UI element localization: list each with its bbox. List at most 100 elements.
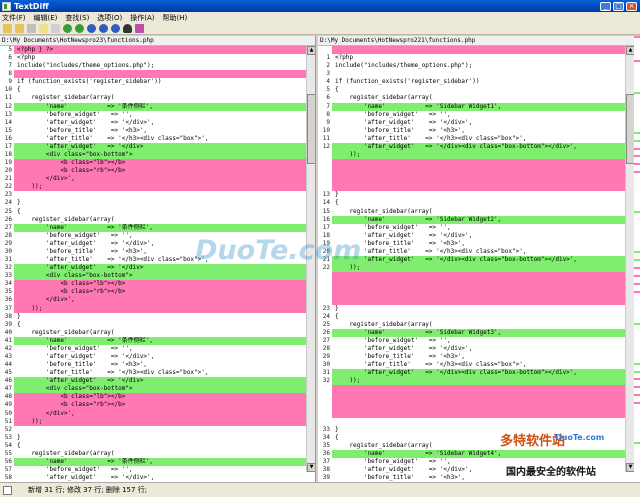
code-line[interactable]: 21 'after_widget' => '</div><div class="… bbox=[318, 256, 634, 265]
menu-edit[interactable]: 编辑(E) bbox=[34, 13, 58, 23]
compare-icon[interactable] bbox=[39, 24, 48, 33]
maximize-button[interactable]: □ bbox=[613, 1, 624, 11]
code-line[interactable]: 10{ bbox=[0, 86, 315, 95]
first-diff-icon[interactable] bbox=[111, 24, 120, 33]
code-line[interactable]: 28 'after_widget' => '</div>', bbox=[318, 344, 634, 353]
scroll-up-icon[interactable]: ▲ bbox=[626, 46, 634, 55]
code-line[interactable]: 14 'after_widget' => '</div>', bbox=[0, 118, 315, 127]
code-line[interactable]: 37 )); bbox=[0, 304, 315, 313]
code-line[interactable]: 30 'after_title' => '</h3><div class="bo… bbox=[318, 361, 634, 370]
code-line[interactable]: 15 'before_title' => '<h3>', bbox=[0, 126, 315, 135]
code-line[interactable]: 50 </div>', bbox=[0, 409, 315, 418]
code-line[interactable]: 35 <b class="rb"></b> bbox=[0, 288, 315, 297]
code-line[interactable]: 4 if (function_exists('register_sidebar')… bbox=[318, 78, 634, 87]
code-line[interactable]: 39{ bbox=[0, 320, 315, 329]
code-line[interactable]: 19 <b class="lb"></b> bbox=[0, 159, 315, 168]
code-line[interactable]: 11 'after_title' => '</h3><div class="bo… bbox=[318, 134, 634, 143]
code-line[interactable]: 9 'after_widget' => '</div>', bbox=[318, 118, 634, 127]
code-line[interactable]: 20 'after_title' => '</h3><div class="bo… bbox=[318, 247, 634, 257]
code-line[interactable] bbox=[318, 175, 634, 184]
menu-file[interactable]: 文件(F) bbox=[2, 13, 26, 23]
prev-diff-icon[interactable] bbox=[87, 24, 96, 33]
code-line[interactable] bbox=[318, 409, 634, 418]
code-line[interactable]: 3 bbox=[318, 70, 634, 79]
code-line[interactable]: 36 'name' => 'Sidebar Widget4', bbox=[318, 449, 634, 458]
scroll-down-icon[interactable]: ▼ bbox=[626, 463, 634, 472]
code-line[interactable]: 23 bbox=[0, 191, 315, 200]
code-line[interactable] bbox=[318, 385, 634, 394]
scroll-thumb[interactable] bbox=[307, 94, 315, 164]
code-line[interactable]: 41 'name' => '条件侧栏', bbox=[0, 336, 315, 345]
code-line[interactable]: 23} bbox=[318, 304, 634, 313]
code-line[interactable]: 20 <b class="rb"></b> bbox=[0, 167, 315, 176]
code-line[interactable]: 22 )); bbox=[0, 183, 315, 192]
code-line[interactable]: 16 'name' => 'Sidebar Widget2', bbox=[318, 215, 634, 224]
code-line[interactable]: 7 include("includes/theme_options.php"); bbox=[0, 62, 315, 71]
code-line[interactable]: 8 'before_widget' => '', bbox=[318, 110, 634, 119]
menu-search[interactable]: 查找(S) bbox=[65, 13, 89, 23]
code-line[interactable]: 36 </div>', bbox=[0, 296, 315, 305]
code-line[interactable]: 2 include("includes/theme_options.php"); bbox=[318, 62, 634, 71]
code-line[interactable]: 43 'after_widget' => '</div>', bbox=[0, 352, 315, 362]
code-line[interactable]: 8 bbox=[0, 70, 315, 79]
code-line[interactable]: 12 'after_widget' => '</div><div class="… bbox=[318, 142, 634, 152]
code-line[interactable]: 16 'after_title' => '</h3><div class="bo… bbox=[0, 134, 315, 143]
right-code-lines[interactable]: 1 <?php 2 include("includes/theme_options.p… bbox=[318, 46, 634, 482]
code-line[interactable]: 26 register_sidebar(array( bbox=[0, 215, 315, 224]
code-line[interactable]: 45 'after_title' => '</h3><div class="bo… bbox=[0, 369, 315, 378]
code-line[interactable]: 57 'before_widget' => '', bbox=[0, 466, 315, 475]
code-line[interactable]: 47 <div class="box-bottom"> bbox=[0, 385, 315, 394]
close-button[interactable]: × bbox=[626, 1, 637, 11]
code-line[interactable]: 24} bbox=[0, 199, 315, 208]
code-line[interactable] bbox=[318, 46, 634, 55]
open-left-icon[interactable] bbox=[3, 24, 12, 33]
code-line[interactable]: 14{ bbox=[318, 199, 634, 208]
code-line[interactable]: 48 <b class="lb"></b> bbox=[0, 393, 315, 402]
code-line[interactable]: 19 'before_title' => '<h3>', bbox=[318, 239, 634, 248]
about-icon[interactable] bbox=[135, 24, 144, 33]
minimize-button[interactable]: _ bbox=[600, 1, 611, 11]
code-line[interactable]: 1 <?php bbox=[318, 54, 634, 63]
code-line[interactable]: 46 'after_widget' => '</div> bbox=[0, 377, 315, 386]
code-line[interactable]: 11 register_sidebar(array( bbox=[0, 94, 315, 103]
code-line[interactable]: 13} bbox=[318, 191, 634, 200]
code-line[interactable]: 54{ bbox=[0, 441, 315, 450]
code-line[interactable]: 7 'name' => 'Sidebar Widget1', bbox=[318, 102, 634, 111]
scroll-thumb[interactable] bbox=[626, 94, 634, 164]
code-line[interactable]: 58 'after_widget' => '</div>', bbox=[0, 474, 315, 482]
code-line[interactable]: 53} bbox=[0, 433, 315, 442]
code-line[interactable]: 34 <b class="lb"></b> bbox=[0, 280, 315, 289]
code-line[interactable] bbox=[318, 280, 634, 289]
code-line[interactable]: 25 register_sidebar(array( bbox=[318, 320, 634, 329]
code-line[interactable]: 26 'name' => 'Sidebar Widget3', bbox=[318, 328, 634, 337]
code-line[interactable]: 51 )); bbox=[0, 417, 315, 426]
binoculars-icon[interactable] bbox=[123, 24, 132, 33]
code-line[interactable]: 27 'before_widget' => '', bbox=[318, 336, 634, 345]
columns-icon[interactable] bbox=[51, 24, 60, 33]
code-line[interactable]: 17 'after_widget' => '</div> bbox=[0, 142, 315, 152]
code-line[interactable]: 40 register_sidebar(array( bbox=[0, 328, 315, 337]
code-line[interactable]: 6 <?php bbox=[0, 54, 315, 63]
code-line[interactable] bbox=[318, 417, 634, 426]
code-line[interactable]: 13 'before_widget' => '', bbox=[0, 110, 315, 119]
scroll-up-icon[interactable]: ▲ bbox=[307, 46, 315, 55]
code-line[interactable]: 21 </div>', bbox=[0, 175, 315, 184]
code-line[interactable]: 33 <div class="box-bottom"> bbox=[0, 272, 315, 281]
menu-help[interactable]: 帮助(H) bbox=[163, 13, 188, 23]
scroll-down-icon[interactable]: ▼ bbox=[307, 463, 315, 472]
code-line[interactable]: 27 'name' => '条件侧栏', bbox=[0, 223, 315, 232]
code-line[interactable]: 49 <b class="rb"></b> bbox=[0, 401, 315, 410]
code-line[interactable]: 38} bbox=[0, 312, 315, 321]
refresh-icon[interactable] bbox=[63, 24, 72, 33]
code-line[interactable]: 15 register_sidebar(array( bbox=[318, 207, 634, 216]
code-line[interactable]: 22 )); bbox=[318, 264, 634, 273]
code-line[interactable] bbox=[318, 183, 634, 192]
code-line[interactable]: 17 'before_widget' => '', bbox=[318, 223, 634, 232]
menu-actions[interactable]: 操作(A) bbox=[130, 13, 154, 23]
code-line[interactable]: 31 'after_widget' => '</div><div class="… bbox=[318, 369, 634, 378]
code-line[interactable] bbox=[318, 401, 634, 410]
code-line[interactable]: 9 if (function_exists('register_sidebar')… bbox=[0, 78, 315, 87]
next-diff-icon[interactable] bbox=[99, 24, 108, 33]
code-line[interactable]: )); bbox=[318, 151, 634, 160]
code-line[interactable]: 35 register_sidebar(array( bbox=[318, 441, 634, 450]
